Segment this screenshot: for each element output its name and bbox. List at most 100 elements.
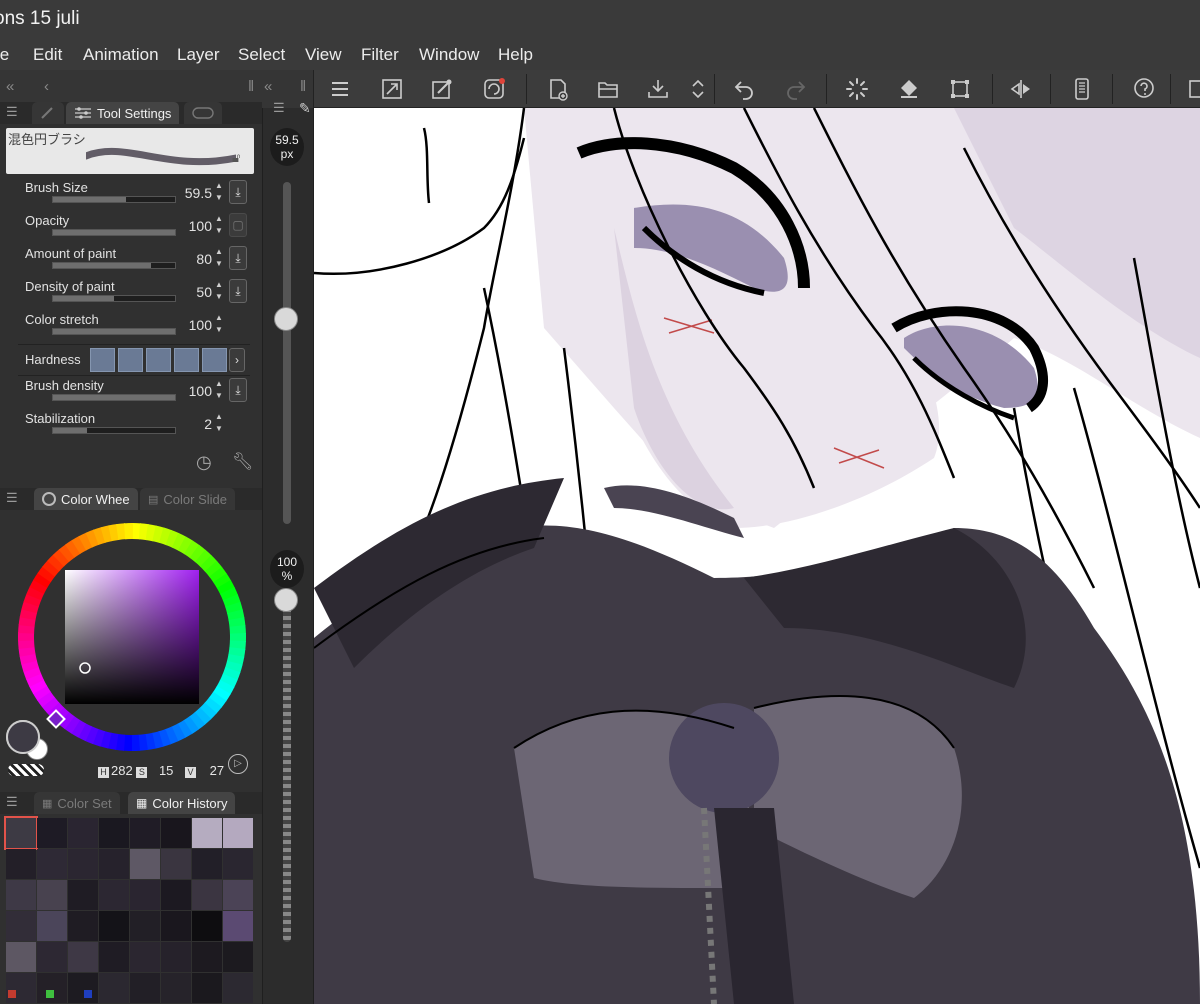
fit-screen-icon[interactable] <box>378 76 406 102</box>
color-history-swatch[interactable] <box>192 818 222 848</box>
loading-icon[interactable] <box>843 76 871 102</box>
undo-icon[interactable] <box>730 76 758 102</box>
grip-icon[interactable]: ‖ <box>248 78 254 95</box>
color-history-swatch[interactable] <box>192 880 222 910</box>
color-history-swatch[interactable] <box>161 880 191 910</box>
open-folder-icon[interactable] <box>594 76 622 102</box>
property-slider[interactable] <box>52 229 176 236</box>
color-history-swatch[interactable] <box>130 880 160 910</box>
snap-icon[interactable] <box>480 76 508 102</box>
hardness-level-5[interactable] <box>202 348 227 372</box>
opacity-slider-knob[interactable] <box>274 588 298 612</box>
color-history-swatch[interactable] <box>68 942 98 972</box>
tab-tool-property[interactable] <box>32 102 64 124</box>
color-history-swatch[interactable] <box>130 942 160 972</box>
tab-color-wheel[interactable]: Color Whee <box>34 488 138 510</box>
grip-icon[interactable]: ‖ <box>300 78 306 95</box>
more-icon[interactable] <box>1186 76 1200 102</box>
menu-icon[interactable] <box>326 76 354 102</box>
opacity-slider[interactable] <box>283 600 291 942</box>
flip-icon[interactable] <box>1007 76 1035 102</box>
menu-animation[interactable]: Animation <box>83 45 159 65</box>
hardness-level-4[interactable] <box>174 348 199 372</box>
tab-color-set[interactable]: ▦ Color Set <box>34 792 120 814</box>
help-icon[interactable] <box>1130 76 1158 102</box>
brush-size-slider[interactable] <box>283 182 291 524</box>
color-history-swatch[interactable] <box>6 942 36 972</box>
color-history-swatch[interactable] <box>130 911 160 941</box>
color-history-swatch[interactable] <box>223 911 253 941</box>
property-slider[interactable] <box>52 328 176 335</box>
stepper-icon[interactable]: ▲ ▼ <box>214 279 224 303</box>
panel-menu-icon[interactable]: ☰ <box>6 104 18 120</box>
download-icon[interactable]: ⤓ <box>229 279 247 303</box>
color-history-swatch[interactable] <box>99 911 129 941</box>
color-history-swatch[interactable] <box>37 880 67 910</box>
menu-edit[interactable]: Edit <box>33 45 62 65</box>
sort-arrows-icon[interactable] <box>684 76 712 102</box>
property-slider[interactable] <box>52 262 176 269</box>
color-history-swatch[interactable] <box>130 818 160 848</box>
panel-menu-icon[interactable]: ☰ <box>6 490 18 506</box>
chevron-right-icon[interactable]: › <box>229 348 245 372</box>
stepper-icon[interactable]: ▲ ▼ <box>214 378 224 402</box>
new-canvas-icon[interactable] <box>544 76 572 102</box>
tab-color-history[interactable]: ▦ Color History <box>128 792 236 814</box>
menu-select[interactable]: Select <box>238 45 285 65</box>
property-value[interactable]: 59.5 <box>185 185 212 201</box>
color-wheel[interactable] <box>8 513 256 761</box>
color-history-swatch[interactable] <box>161 942 191 972</box>
color-history-swatch[interactable] <box>6 880 36 910</box>
color-history-swatch[interactable] <box>223 849 253 879</box>
hue-segment[interactable] <box>124 523 133 540</box>
wrench-icon[interactable]: 🔧︎ <box>232 452 254 472</box>
color-history-swatch[interactable] <box>161 849 191 879</box>
eyedropper-transform-icon[interactable] <box>428 76 456 102</box>
save-icon[interactable] <box>644 76 672 102</box>
color-history-swatch[interactable] <box>37 818 67 848</box>
property-value[interactable]: 100 <box>189 218 212 234</box>
panel-menu-icon[interactable]: ☰ <box>273 100 285 116</box>
color-history-swatch[interactable] <box>68 880 98 910</box>
color-history-swatch[interactable] <box>192 942 222 972</box>
color-history-swatch[interactable] <box>99 880 129 910</box>
property-value[interactable]: 100 <box>189 317 212 333</box>
property-slider[interactable] <box>52 427 176 434</box>
collapse-left-double-icon[interactable]: « <box>264 78 272 95</box>
stepper-icon[interactable]: ▲ ▼ <box>214 180 224 204</box>
download-icon[interactable]: ⤓ <box>229 378 247 402</box>
color-history-swatch[interactable] <box>68 849 98 879</box>
crop-icon[interactable] <box>946 76 974 102</box>
color-history-swatch[interactable] <box>99 849 129 879</box>
color-history-swatch[interactable] <box>223 942 253 972</box>
color-history-swatch[interactable] <box>4 816 38 850</box>
tab-tool-extra[interactable] <box>184 102 222 124</box>
reset-clock-icon[interactable]: ◷ <box>196 452 212 473</box>
property-slider[interactable] <box>52 295 176 302</box>
color-history-swatch[interactable] <box>68 911 98 941</box>
drawing-canvas[interactable] <box>314 108 1200 1004</box>
menu-file[interactable]: le <box>0 45 9 65</box>
stepper-icon[interactable]: ▲ ▼ <box>214 246 224 270</box>
download-icon[interactable]: ⤓ <box>229 180 247 204</box>
color-history-swatch[interactable] <box>192 911 222 941</box>
redo-icon[interactable] <box>782 76 810 102</box>
hardness-selector[interactable] <box>90 348 227 372</box>
stepper-icon[interactable]: ▲ ▼ <box>214 312 224 336</box>
menu-filter[interactable]: Filter <box>361 45 399 65</box>
checkbox-icon[interactable]: ▢ <box>229 213 247 237</box>
color-history-swatch[interactable] <box>37 849 67 879</box>
stepper-icon[interactable]: ▲ ▼ <box>214 213 224 237</box>
property-value[interactable]: 80 <box>196 251 212 267</box>
property-value[interactable]: 50 <box>196 284 212 300</box>
menu-help[interactable]: Help <box>498 45 533 65</box>
collapse-left-double-icon[interactable]: « <box>6 78 14 95</box>
menu-view[interactable]: View <box>305 45 342 65</box>
menu-layer[interactable]: Layer <box>177 45 220 65</box>
download-icon[interactable]: ⤓ <box>229 246 247 270</box>
hardness-level-1[interactable] <box>90 348 115 372</box>
stepper-icon[interactable]: ▲ ▼ <box>214 411 224 435</box>
collapse-left-icon[interactable]: ‹ <box>44 78 49 95</box>
device-icon[interactable] <box>1068 76 1096 102</box>
color-history-swatch[interactable] <box>68 818 98 848</box>
